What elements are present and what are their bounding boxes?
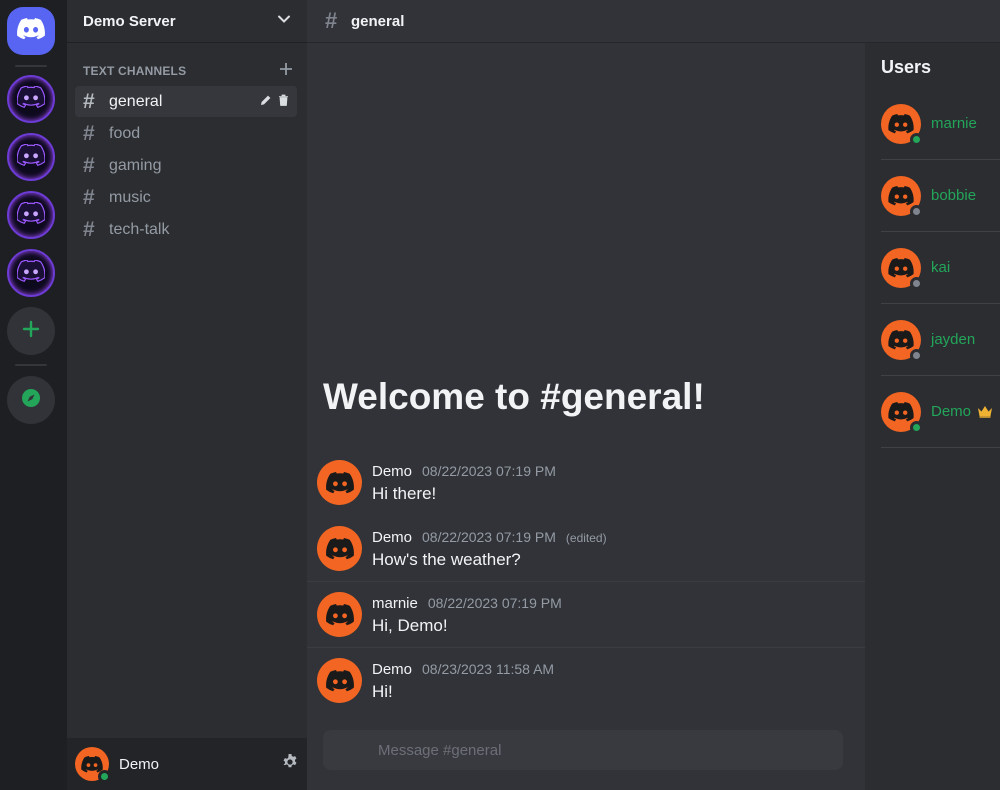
avatar[interactable] (75, 747, 111, 783)
status-offline-indicator (910, 276, 923, 290)
hash-icon: # (83, 153, 95, 177)
edited-label: (edited) (565, 531, 607, 545)
channel-item-food[interactable]: # food (75, 118, 297, 149)
channel-item-music[interactable]: # music (75, 182, 297, 213)
avatar[interactable] (317, 592, 362, 637)
hash-icon: # (325, 8, 338, 33)
avatar[interactable] (317, 460, 362, 505)
hash-icon: # (83, 217, 95, 241)
message-input[interactable] (378, 741, 843, 759)
plus-icon (22, 320, 40, 343)
rail-divider (15, 65, 47, 67)
message-timestamp: 08/23/2023 11:58 AM (422, 661, 555, 677)
message-timestamp: 08/22/2023 07:19 PM (422, 529, 556, 545)
message[interactable]: marnie 08/22/2023 07:19 PM Hi, Demo! (307, 581, 865, 647)
server-rail (0, 0, 67, 790)
status-online-indicator (910, 420, 923, 434)
server-icon (16, 84, 46, 113)
status-online-indicator (910, 132, 923, 146)
trash-icon[interactable] (278, 93, 289, 111)
users-panel: Users marnie bobbie kai jayden Demo (865, 43, 1000, 790)
user-name: Demo (931, 403, 972, 420)
user-name: jayden (931, 331, 976, 348)
compass-icon (20, 387, 42, 414)
server-name: Demo Server (83, 12, 176, 30)
discord-logo-icon (17, 17, 45, 45)
message-text: Hi, Demo! (372, 616, 448, 635)
server-button[interactable] (7, 75, 55, 123)
channel-sidebar: Demo Server TEXT CHANNELS # general # fo… (67, 0, 307, 790)
welcome-heading: Welcome to #general! (323, 376, 705, 417)
status-offline-indicator (910, 348, 923, 362)
message-author[interactable]: marnie (372, 595, 418, 612)
pencil-icon[interactable] (260, 93, 272, 111)
chevron-down-icon[interactable] (277, 12, 291, 31)
channel-title: general (351, 12, 405, 30)
explore-servers-button[interactable] (7, 376, 55, 424)
user-item[interactable]: bobbie (881, 160, 1000, 232)
channel-item-tech-talk[interactable]: # tech-talk (75, 214, 297, 245)
message-author[interactable]: Demo (372, 463, 412, 480)
user-item[interactable]: kai (881, 232, 1000, 304)
crown-icon (977, 405, 993, 418)
server-button[interactable] (7, 133, 55, 181)
category-label: TEXT CHANNELS (83, 64, 187, 78)
message[interactable]: Demo 08/22/2023 07:19 PM (edited) How's … (307, 521, 865, 587)
user-name: bobbie (931, 187, 977, 204)
avatar[interactable] (881, 175, 923, 218)
user-item[interactable]: Demo (881, 376, 1000, 448)
hash-icon: # (83, 185, 95, 209)
user-panel: Demo (67, 738, 307, 790)
add-server-button[interactable] (7, 307, 55, 355)
gear-icon[interactable] (281, 753, 299, 776)
server-icon (16, 258, 46, 287)
message[interactable]: Demo 08/22/2023 07:19 PM Hi there! (307, 455, 865, 521)
message-text: Hi! (372, 682, 393, 701)
avatar[interactable] (881, 103, 923, 146)
server-icon (16, 142, 46, 171)
avatar[interactable] (317, 658, 362, 703)
user-name: kai (931, 259, 951, 276)
status-online-indicator (98, 770, 111, 783)
server-header[interactable]: Demo Server (67, 0, 307, 43)
channel-header: # general (307, 0, 1000, 43)
message[interactable]: Demo 08/23/2023 11:58 AM Hi! (307, 647, 865, 713)
user-name: marnie (931, 115, 977, 132)
message-author[interactable]: Demo (372, 529, 412, 546)
message-text: How's the weather? (372, 550, 521, 569)
rail-divider (15, 364, 47, 366)
hash-icon: # (83, 89, 95, 113)
avatar[interactable] (881, 247, 923, 290)
avatar[interactable] (881, 391, 923, 434)
server-icon (16, 200, 46, 229)
chat-area: # general Welcome to #general! Demo 08/2… (307, 0, 1000, 790)
channel-name: tech-talk (109, 220, 170, 238)
server-button[interactable] (7, 249, 55, 297)
channel-name: music (109, 188, 151, 206)
channel-item-gaming[interactable]: # gaming (75, 150, 297, 181)
channel-category[interactable]: TEXT CHANNELS (83, 61, 293, 81)
avatar[interactable] (317, 526, 362, 571)
plus-icon[interactable] (279, 62, 293, 81)
user-item[interactable]: marnie (881, 88, 1000, 160)
user-item[interactable]: jayden (881, 304, 1000, 376)
message-author[interactable]: Demo (372, 661, 412, 678)
message-composer[interactable] (323, 730, 843, 770)
channel-name: food (109, 124, 141, 142)
avatar[interactable] (881, 319, 923, 362)
channel-name: gaming (109, 156, 162, 174)
current-user-name: Demo (119, 755, 160, 773)
message-timestamp: 08/22/2023 07:19 PM (422, 463, 556, 479)
users-title: Users (881, 57, 932, 77)
hash-icon: # (83, 121, 95, 145)
channel-item-general[interactable]: # general (75, 86, 297, 117)
message-text: Hi there! (372, 484, 437, 503)
server-button[interactable] (7, 191, 55, 239)
status-offline-indicator (910, 204, 923, 218)
channel-name: general (109, 92, 163, 110)
message-timestamp: 08/22/2023 07:19 PM (427, 595, 562, 611)
home-button[interactable] (7, 7, 55, 55)
